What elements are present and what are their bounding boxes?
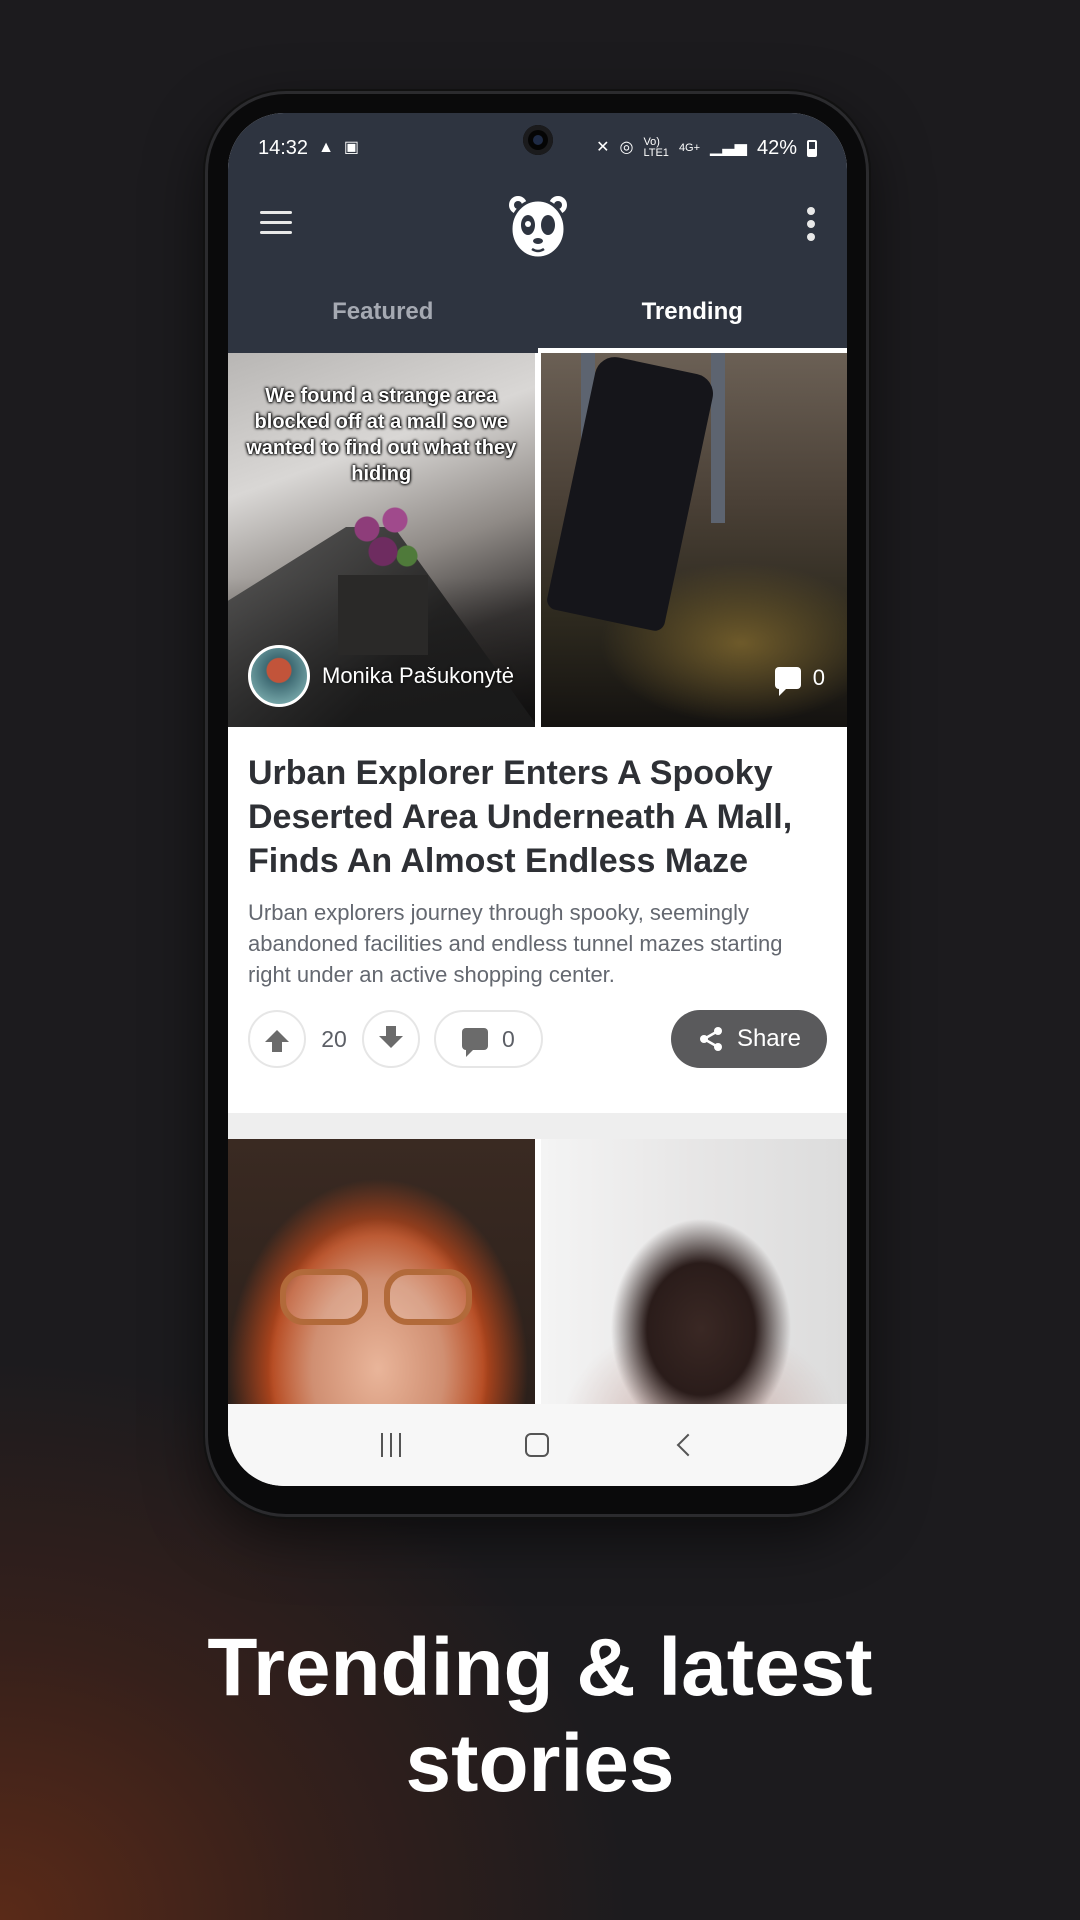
comment-count: 0 xyxy=(502,1025,515,1052)
upvote-button[interactable] xyxy=(248,1010,306,1068)
story-card[interactable] xyxy=(228,1139,847,1434)
author-name: Monika Pašukonytė xyxy=(322,663,514,688)
tunnel-legs-image[interactable]: 0 xyxy=(540,353,847,727)
signal-icon: ▁▃▅ xyxy=(710,139,747,156)
tab-trending[interactable]: Trending xyxy=(537,271,848,353)
glasses-shape xyxy=(280,1269,480,1329)
story-feed: We found a strange area blocked off at a… xyxy=(228,353,847,1434)
system-nav-bar xyxy=(228,1404,847,1486)
story-description: Urban explorers journey through spooky, … xyxy=(248,900,783,987)
downvote-icon xyxy=(379,1026,403,1048)
front-camera xyxy=(523,125,553,155)
author-chip[interactable]: Monika Pašukonytė xyxy=(248,645,514,707)
home-icon xyxy=(525,1433,550,1457)
story-card[interactable]: We found a strange area blocked off at a… xyxy=(228,353,847,1113)
downvote-button[interactable] xyxy=(362,1010,420,1068)
status-bar: 14:32 ▲ ▣ ✕ ◎ Vo) LTE1 4G+ ▁▃▅ 42% xyxy=(228,113,847,183)
upvote-icon xyxy=(265,1030,289,1052)
back-icon xyxy=(676,1433,700,1457)
status-time: 14:32 xyxy=(258,136,309,159)
battery-icon xyxy=(807,139,817,157)
story-media[interactable] xyxy=(228,1139,847,1434)
network-type: 4G+ xyxy=(678,141,701,154)
battery-level: 42% xyxy=(756,136,797,159)
vote-count: 20 xyxy=(321,1025,347,1052)
share-button[interactable]: Share xyxy=(670,1010,827,1068)
recents-button[interactable] xyxy=(361,1420,421,1470)
card-divider xyxy=(228,1113,847,1139)
story-media[interactable]: We found a strange area blocked off at a… xyxy=(228,353,847,727)
stressed-woman-image[interactable] xyxy=(540,1139,847,1434)
home-button[interactable] xyxy=(507,1420,567,1470)
recents-icon xyxy=(381,1433,402,1457)
story-actions: 20 0 Share xyxy=(248,1010,827,1068)
hotspot-icon: ◎ xyxy=(619,139,634,156)
promo-caption: Trending & latest stories xyxy=(0,1620,1080,1812)
more-vert-icon[interactable] xyxy=(803,207,819,247)
share-label: Share xyxy=(736,1025,801,1052)
volte-icon: Vo) LTE1 xyxy=(643,136,669,159)
comment-icon xyxy=(462,1028,488,1057)
mute-icon: ✕ xyxy=(596,139,610,156)
phone-screen: 14:32 ▲ ▣ ✕ ◎ Vo) LTE1 4G+ ▁▃▅ 42% Featu… xyxy=(228,113,847,1486)
story-body: Urban Explorer Enters A Spooky Deserted … xyxy=(228,727,847,1113)
menu-icon[interactable] xyxy=(260,211,292,237)
warning-icon: ▲ xyxy=(318,139,334,156)
pipe-shape xyxy=(710,353,725,523)
tab-bar: Featured Trending xyxy=(228,271,847,353)
mall-escalator-image[interactable]: We found a strange area blocked off at a… xyxy=(228,353,535,727)
planter-shape xyxy=(338,575,428,655)
orchid-shape xyxy=(343,493,423,583)
comment-icon xyxy=(774,667,801,696)
story-title[interactable]: Urban Explorer Enters A Spooky Deserted … xyxy=(248,751,827,883)
caption-line-2: stories xyxy=(405,1718,675,1809)
back-button[interactable] xyxy=(654,1420,714,1470)
app-bar xyxy=(228,183,847,271)
image-caption: We found a strange area blocked off at a… xyxy=(246,385,517,485)
tab-featured[interactable]: Featured xyxy=(228,271,538,353)
avatar xyxy=(248,645,310,707)
panda-logo-icon[interactable] xyxy=(506,191,570,263)
image-icon: ▣ xyxy=(343,139,360,156)
legs-shape xyxy=(544,353,717,633)
caption-line-1: Trending & latest xyxy=(207,1622,873,1713)
woman-glasses-image[interactable] xyxy=(228,1139,535,1434)
media-comment-value: 0 xyxy=(812,665,825,690)
media-comment-count: 0 xyxy=(774,665,825,696)
share-icon xyxy=(699,1027,722,1051)
comments-button[interactable]: 0 xyxy=(434,1010,543,1068)
